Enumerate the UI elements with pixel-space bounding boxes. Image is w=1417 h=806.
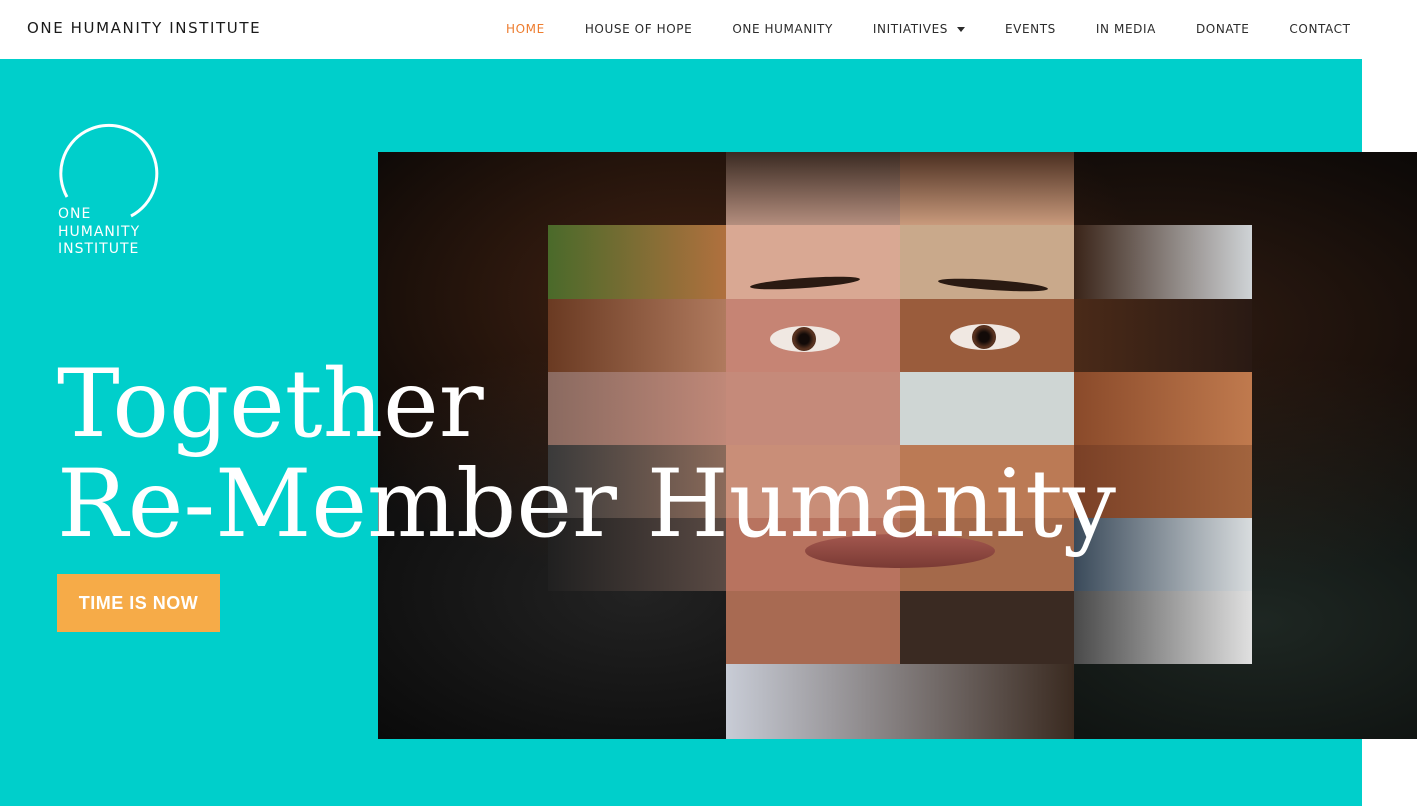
hero-logo: ONE HUMANITY INSTITUTE: [57, 119, 167, 259]
collage-tile: [726, 152, 900, 225]
site-header: ONE HUMANITY INSTITUTE HOME HOUSE OF HOP…: [0, 0, 1417, 59]
collage-tile: [726, 664, 1074, 739]
nav-initiatives[interactable]: INITIATIVES: [873, 22, 965, 36]
nav-contact[interactable]: CONTACT: [1289, 22, 1350, 36]
nav-in-media[interactable]: IN MEDIA: [1096, 22, 1156, 36]
nav-home[interactable]: HOME: [506, 22, 545, 36]
collage-tile: [900, 591, 1074, 664]
logo-text-institute: INSTITUTE: [58, 241, 140, 257]
collage-tile: [548, 225, 726, 299]
headline-line-1: Together: [57, 350, 484, 459]
nav-events[interactable]: EVENTS: [1005, 22, 1056, 36]
headline-line-2: Re-Member Humanity: [57, 450, 1116, 559]
nav-one-humanity[interactable]: ONE HUMANITY: [732, 22, 833, 36]
main-nav: HOME HOUSE OF HOPE ONE HUMANITY INITIATI…: [506, 22, 1351, 36]
hero-headline: Together Re-Member Humanity: [57, 355, 1116, 555]
collage-tile: [1074, 225, 1252, 299]
eye-left: [770, 326, 840, 352]
brand-name[interactable]: ONE HUMANITY INSTITUTE: [27, 19, 261, 37]
collage-tile: [1074, 591, 1252, 664]
nav-house-of-hope[interactable]: HOUSE OF HOPE: [585, 22, 693, 36]
eye-right: [950, 324, 1020, 350]
collage-tile: [726, 591, 900, 664]
nav-initiatives-label: INITIATIVES: [872, 22, 948, 36]
time-is-now-button[interactable]: TIME IS NOW: [57, 574, 220, 632]
logo-text-humanity: HUMANITY: [58, 224, 141, 240]
collage-tile: [900, 152, 1074, 225]
caret-down-icon[interactable]: [957, 26, 965, 32]
logo-text-one: ONE: [58, 206, 92, 222]
nav-donate[interactable]: DONATE: [1196, 22, 1249, 36]
